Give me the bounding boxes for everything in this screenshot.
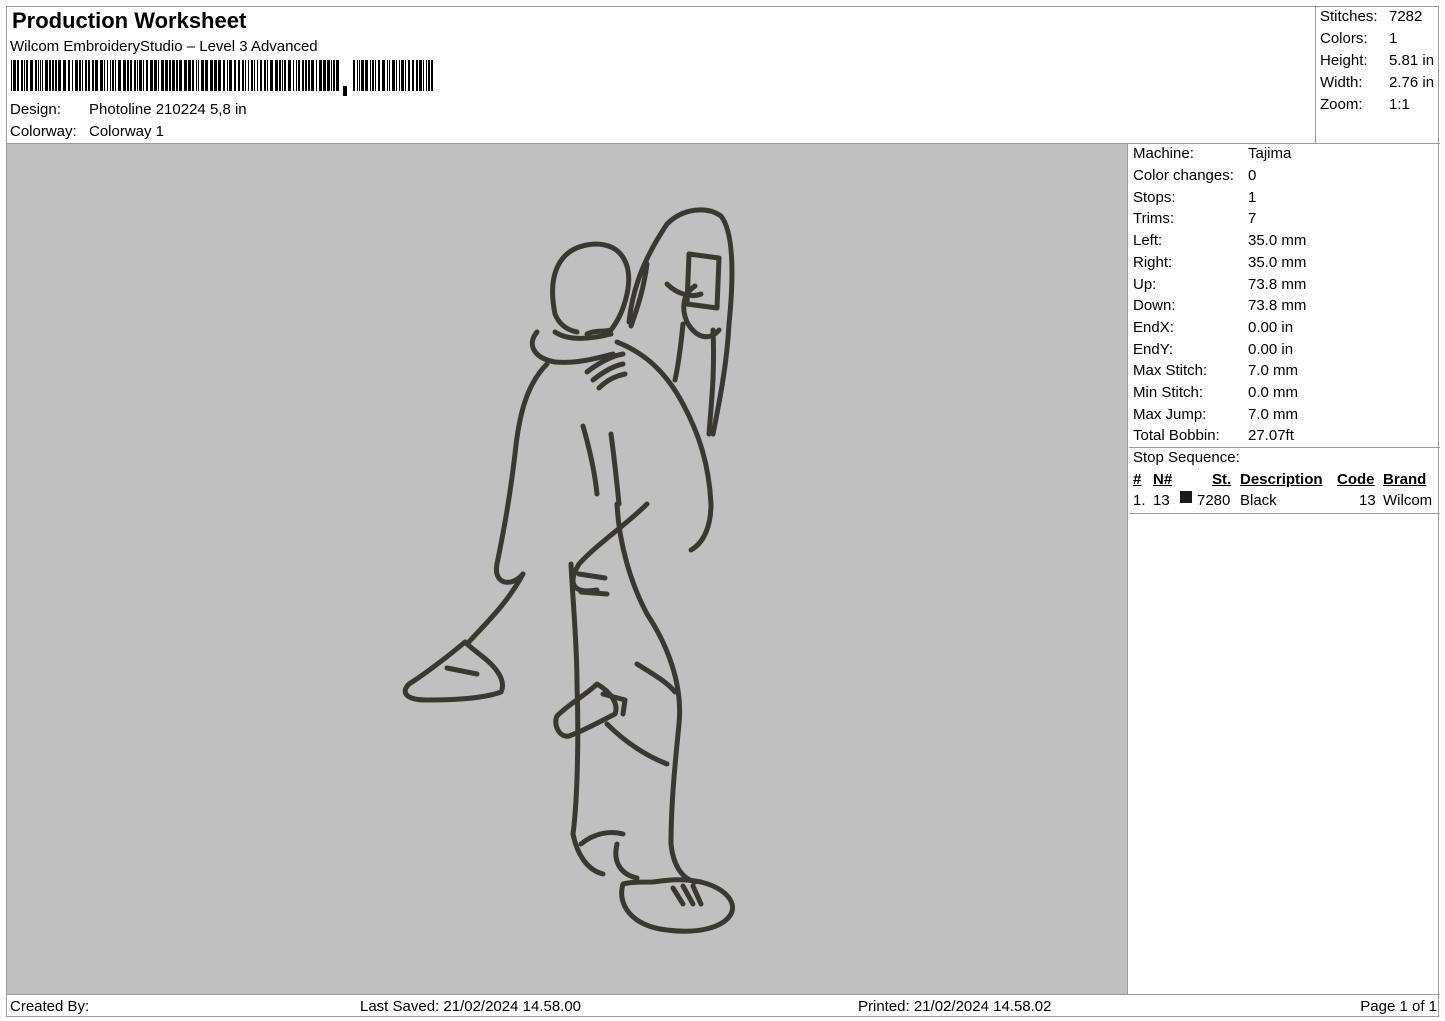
info-value: 0.00 in — [1248, 341, 1294, 358]
info-value: 0 — [1248, 167, 1257, 184]
info-row-trims: Trims: 7 — [1133, 210, 1256, 227]
info-value: 7 — [1248, 210, 1257, 227]
info-label: EndX: — [1133, 319, 1174, 336]
info-label: Color changes: — [1133, 167, 1234, 184]
row-description: Black — [1240, 492, 1277, 509]
col-header-needle: N# — [1153, 471, 1173, 488]
production-worksheet: Production Worksheet Wilcom EmbroiderySt… — [6, 6, 1440, 1018]
info-row-max-stitch: Max Stitch: 7.0 mm — [1133, 362, 1298, 379]
stat-value: 7282 — [1389, 8, 1423, 25]
info-value: 73.8 mm — [1248, 297, 1307, 314]
design-row: Design: Photoline 210224 5,8 in — [10, 101, 247, 118]
info-label: Down: — [1133, 297, 1176, 314]
info-label: Trims: — [1133, 210, 1175, 227]
stat-value: 1:1 — [1389, 96, 1410, 113]
worksheet-footer: Created By: Last Saved: 21/02/2024 14.58… — [7, 994, 1440, 1018]
design-preview-canvas — [7, 144, 1128, 994]
color-swatch — [1180, 491, 1192, 503]
embroidery-design-illustration — [402, 207, 735, 934]
stat-zoom: Zoom: 1:1 — [1320, 96, 1410, 113]
info-label: Right: — [1133, 254, 1173, 271]
info-row-down: Down: 73.8 mm — [1133, 297, 1306, 314]
info-label: Stops: — [1133, 189, 1176, 206]
info-value: 35.0 mm — [1248, 232, 1307, 249]
stat-stitches: Stitches: 7282 — [1320, 8, 1422, 25]
info-row-endx: EndX: 0.00 in — [1133, 319, 1293, 336]
machine-info-panel: Machine: Tajima Color changes: 0 Stops: 1 T… — [1129, 144, 1440, 994]
info-value: 27.07ft — [1248, 427, 1294, 444]
info-label: Max Jump: — [1133, 406, 1207, 423]
info-label: Total Bobbin: — [1133, 427, 1220, 444]
barcode — [11, 60, 433, 96]
stat-label: Stitches: — [1320, 8, 1378, 25]
info-label: EndY: — [1133, 341, 1174, 358]
stat-label: Colors: — [1320, 30, 1368, 47]
worksheet-header: Production Worksheet Wilcom EmbroiderySt… — [7, 7, 1440, 144]
info-row-left: Left: 35.0 mm — [1133, 232, 1306, 249]
row-code: 13 — [1359, 492, 1376, 509]
stat-value: 1 — [1389, 30, 1398, 47]
info-row-color-changes: Color changes: 0 — [1133, 167, 1256, 184]
info-label: Left: — [1133, 232, 1163, 249]
info-value: 7.0 mm — [1248, 362, 1299, 379]
info-row-max-jump: Max Jump: 7.0 mm — [1133, 406, 1298, 423]
info-value: 0.00 in — [1248, 319, 1294, 336]
info-row-endy: EndY: 0.00 in — [1133, 341, 1293, 358]
printed-date: Printed: 21/02/2024 14.58.02 — [858, 998, 1052, 1015]
design-value: Photoline 210224 5,8 in — [89, 101, 247, 118]
stop-sequence-title: Stop Sequence: — [1133, 449, 1240, 466]
col-header-index: # — [1133, 471, 1142, 488]
divider — [1129, 513, 1440, 514]
info-row-total-bobbin: Total Bobbin: 27.07ft — [1133, 427, 1294, 444]
info-label: Min Stitch: — [1133, 384, 1204, 401]
info-row-machine: Machine: Tajima — [1133, 145, 1291, 162]
software-name: Wilcom EmbroideryStudio – Level 3 Advanc… — [10, 38, 318, 55]
design-label: Design: — [10, 101, 61, 118]
page-number: Page 1 of 1 — [1360, 998, 1437, 1015]
page-title: Production Worksheet — [12, 8, 247, 33]
info-label: Machine: — [1133, 145, 1194, 162]
row-brand: Wilcom — [1383, 492, 1433, 509]
info-value: 73.8 mm — [1248, 276, 1307, 293]
info-value: 1 — [1248, 189, 1257, 206]
info-value: 35.0 mm — [1248, 254, 1307, 271]
stat-label: Height: — [1320, 52, 1368, 69]
row-stitches: 7280 — [1197, 492, 1231, 509]
info-row-stops: Stops: 1 — [1133, 189, 1256, 206]
stat-label: Zoom: — [1320, 96, 1363, 113]
stat-colors: Colors: 1 — [1320, 30, 1397, 47]
row-needle: 13 — [1153, 492, 1170, 509]
stats-box: Stitches: 7282 Colors: 1 Height: 5.81 in Wi… — [1315, 7, 1440, 144]
info-row-right: Right: 35.0 mm — [1133, 254, 1306, 271]
created-by: Created By: — [10, 998, 90, 1015]
divider — [1129, 447, 1440, 448]
colorway-row: Colorway: Colorway 1 — [10, 123, 164, 140]
colorway-label: Colorway: — [10, 123, 77, 140]
info-label: Up: — [1133, 276, 1157, 293]
row-index: 1. — [1133, 492, 1146, 509]
col-header-stitches: St. — [1212, 471, 1232, 488]
colorway-value: Colorway 1 — [89, 123, 165, 140]
stat-width: Width: 2.76 in — [1320, 74, 1434, 91]
col-header-code: Code — [1337, 471, 1375, 488]
col-header-description: Description — [1240, 471, 1323, 488]
info-row-up: Up: 73.8 mm — [1133, 276, 1306, 293]
info-value: Tajima — [1248, 145, 1292, 162]
stat-height: Height: 5.81 in — [1320, 52, 1434, 69]
info-value: 0.0 mm — [1248, 384, 1299, 401]
stat-label: Width: — [1320, 74, 1363, 91]
info-label: Max Stitch: — [1133, 362, 1208, 379]
stat-value: 2.76 in — [1389, 74, 1435, 91]
info-row-min-stitch: Min Stitch: 0.0 mm — [1133, 384, 1298, 401]
info-value: 7.0 mm — [1248, 406, 1299, 423]
stat-value: 5.81 in — [1389, 52, 1435, 69]
col-header-brand: Brand — [1383, 471, 1427, 488]
last-saved: Last Saved: 21/02/2024 14.58.00 — [360, 998, 582, 1015]
